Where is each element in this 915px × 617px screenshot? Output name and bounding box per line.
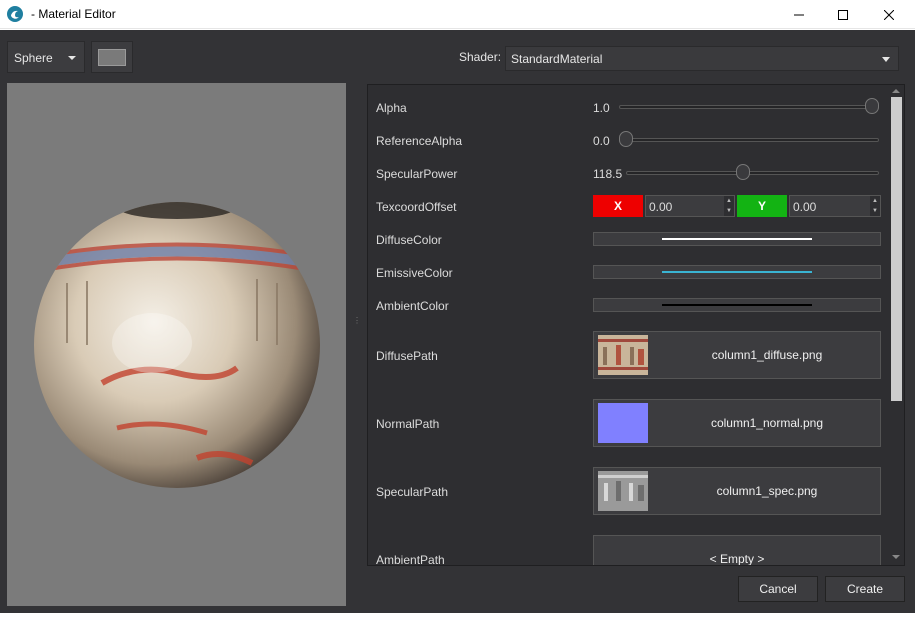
chevron-down-icon: [882, 57, 890, 62]
specular-texture-slot[interactable]: column1_spec.png: [593, 467, 881, 515]
mesh-select-value: Sphere: [14, 51, 53, 65]
texcoord-x-value: 0.00: [649, 200, 673, 214]
background-color-swatch: [98, 49, 126, 66]
ambient-path-label: AmbientPath: [376, 553, 445, 566]
texcoord-y-value: 0.00: [793, 200, 817, 214]
create-button[interactable]: Create: [825, 576, 905, 602]
diffuse-color-picker[interactable]: [593, 232, 881, 246]
diffuse-color-label: DiffuseColor: [376, 233, 442, 247]
texcoord-x-field[interactable]: 0.00 ▲ ▼: [645, 195, 735, 217]
specular-texture-filename: column1_spec.png: [716, 484, 818, 498]
reference-alpha-value: 0.0: [593, 134, 610, 148]
normal-path-label: NormalPath: [376, 417, 440, 431]
maximize-icon: [838, 9, 848, 20]
scroll-down-icon[interactable]: [892, 555, 900, 559]
cancel-button[interactable]: Cancel: [738, 576, 818, 602]
minimize-button[interactable]: [776, 0, 822, 29]
ambient-color-label: AmbientColor: [376, 299, 449, 313]
properties-panel: Alpha 1.0 ReferenceAlpha 0.0 SpecularPow…: [367, 84, 905, 566]
diffuse-texture-slot[interactable]: column1_diffuse.png: [593, 331, 881, 379]
diffuse-color-swatch: [662, 238, 812, 240]
texcoord-offset-label: TexcoordOffset: [376, 200, 457, 214]
window-bottom-border: [0, 613, 915, 617]
texcoord-x-button[interactable]: X: [593, 195, 643, 217]
spin-arrows-icon[interactable]: ▲ ▼: [870, 196, 880, 216]
preview-sphere: [34, 202, 320, 488]
minimize-icon: [794, 14, 804, 15]
maximize-button[interactable]: [820, 0, 866, 29]
splitter-handle[interactable]: ⋮: [353, 316, 361, 325]
alpha-slider-handle[interactable]: [865, 98, 879, 114]
shader-select-value: StandardMaterial: [511, 52, 603, 66]
close-icon: [884, 9, 894, 20]
material-preview-viewport[interactable]: [7, 83, 346, 606]
alpha-label: Alpha: [376, 101, 407, 115]
ambient-texture-filename: < Empty >: [709, 552, 765, 566]
window-title: - Material Editor: [31, 7, 116, 21]
shader-select[interactable]: StandardMaterial: [505, 46, 899, 71]
diffuse-texture-thumbnail: [598, 335, 648, 375]
ambient-color-swatch: [662, 304, 812, 306]
background-color-button[interactable]: [91, 41, 133, 73]
specular-power-label: SpecularPower: [376, 167, 458, 181]
normal-texture-filename: column1_normal.png: [710, 416, 824, 430]
chevron-down-icon: [68, 56, 76, 60]
close-button[interactable]: [866, 0, 912, 29]
scroll-up-icon[interactable]: [892, 89, 900, 93]
reference-alpha-label: ReferenceAlpha: [376, 134, 463, 148]
shader-label: Shader:: [459, 50, 502, 64]
normal-texture-thumbnail: [598, 403, 648, 443]
reference-alpha-slider[interactable]: [619, 138, 879, 142]
material-editor-window: Sphere Shader: StandardMaterial ⋮ Alpha …: [0, 30, 915, 613]
texcoord-y-field[interactable]: 0.00 ▲ ▼: [789, 195, 881, 217]
alpha-slider[interactable]: [619, 105, 879, 109]
diffuse-path-label: DiffusePath: [376, 349, 438, 363]
specular-power-slider[interactable]: [626, 171, 879, 175]
emissive-color-picker[interactable]: [593, 265, 881, 279]
specular-texture-thumbnail: [598, 471, 648, 511]
spin-arrows-icon[interactable]: ▲ ▼: [724, 196, 734, 216]
ambient-color-picker[interactable]: [593, 298, 881, 312]
properties-scrollbar[interactable]: [888, 85, 904, 565]
ambient-texture-slot[interactable]: < Empty >: [593, 535, 881, 566]
texcoord-y-button[interactable]: Y: [737, 195, 787, 217]
app-logo-icon: [7, 6, 23, 22]
mesh-select[interactable]: Sphere: [7, 41, 85, 73]
specular-path-label: SpecularPath: [376, 485, 449, 499]
emissive-color-label: EmissiveColor: [376, 266, 453, 280]
scrollbar-thumb[interactable]: [891, 97, 902, 401]
specular-power-slider-handle[interactable]: [735, 164, 750, 180]
specular-power-value: 118.5: [593, 167, 623, 181]
normal-texture-slot[interactable]: column1_normal.png: [593, 399, 881, 447]
emissive-color-swatch: [662, 271, 812, 273]
reference-alpha-slider-handle[interactable]: [619, 131, 633, 147]
title-bar: - Material Editor: [0, 0, 915, 29]
alpha-value: 1.0: [593, 101, 610, 115]
diffuse-texture-filename: column1_diffuse.png: [711, 348, 823, 362]
